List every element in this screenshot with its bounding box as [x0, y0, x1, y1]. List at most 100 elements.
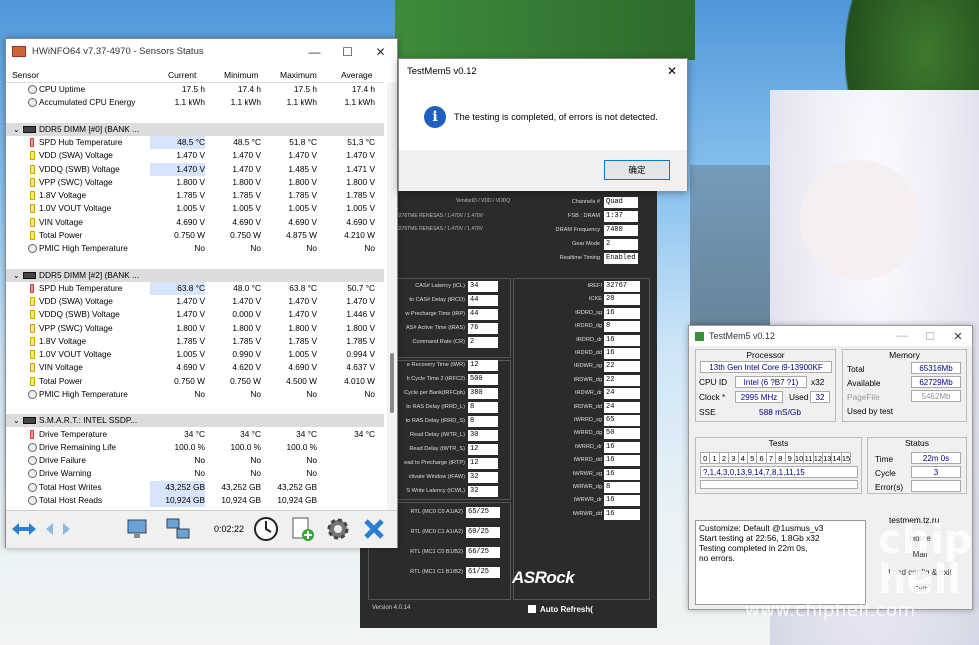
close-icon[interactable]: ✕: [364, 45, 397, 59]
sensor-row[interactable]: Total Power 0.750 W 0.750 W 4.875 W 4.210 W: [6, 229, 384, 242]
sensor-group-row[interactable]: ⌄ DDR5 DIMM [#0] (BANK ...: [6, 122, 384, 136]
timing-value[interactable]: 44: [468, 295, 498, 306]
auto-refresh-label[interactable]: Auto Refresh(: [540, 605, 593, 614]
col-sensor[interactable]: Sensor: [12, 70, 39, 80]
col-minimum[interactable]: Minimum: [224, 70, 258, 80]
gear-icon[interactable]: [324, 515, 352, 543]
sensor-row[interactable]: VIN Voltage 4.690 V 4.690 V 4.690 V 4.690 V: [6, 216, 384, 229]
sensor-row[interactable]: VDDQ (SWB) Voltage 1.470 V 0.000 V 1.470 V 1…: [6, 308, 384, 321]
monitor-network-icon[interactable]: [124, 515, 152, 543]
timing-value[interactable]: 76: [468, 323, 498, 334]
sensor-row[interactable]: VDD (SWA) Voltage 1.470 V 1.470 V 1.470 V 1.…: [6, 295, 384, 308]
timing-value[interactable]: 24: [604, 401, 640, 413]
timing-value[interactable]: 65/25: [466, 507, 500, 518]
sensor-row[interactable]: 1.0V VOUT Voltage 1.005 V 0.990 V 1.005 V 0.…: [6, 348, 384, 361]
timing-value[interactable]: 12: [468, 444, 498, 455]
sensor-row[interactable]: CPU Uptime 17.5 h 17.4 h 17.5 h 17.4 h: [6, 83, 384, 96]
sensor-row[interactable]: Total Host Writes 43,252 GB 43,252 GB 43,25…: [6, 480, 384, 494]
sensor-row[interactable]: PMIC High Temperature No No No No: [6, 242, 384, 255]
timing-value[interactable]: 60/25: [466, 527, 500, 538]
add-report-icon[interactable]: [288, 515, 316, 543]
timing-value[interactable]: 500: [468, 374, 498, 385]
timing-value[interactable]: Enabled: [604, 253, 638, 264]
sensor-row[interactable]: Drive Temperature 34 °C 34 °C 34 °C 34 °C: [6, 428, 384, 441]
sensor-row[interactable]: VPP (SWC) Voltage 1.800 V 1.800 V 1.800 V 1.…: [6, 322, 384, 335]
sensor-row[interactable]: SPD Hub Temperature 48.5 °C 48.5 °C 51.8 °C…: [6, 136, 384, 149]
sensor-group-row[interactable]: ⌄ DDR5 DIMM [#2] (BANK ...: [6, 268, 384, 282]
auto-refresh-checkbox[interactable]: [528, 605, 536, 613]
clock-icon[interactable]: [252, 515, 280, 543]
timing-value[interactable]: 16: [604, 468, 640, 480]
timing-value[interactable]: 16: [604, 455, 640, 467]
maximize-icon[interactable]: ☐: [331, 45, 364, 59]
timing-value[interactable]: 32767: [604, 281, 640, 292]
timing-value[interactable]: 22: [604, 361, 640, 373]
network-computers-icon[interactable]: [164, 515, 192, 543]
timing-value[interactable]: 61/25: [466, 567, 500, 578]
timing-value[interactable]: 50: [604, 428, 640, 440]
timing-value[interactable]: 28: [604, 294, 640, 306]
dialog-titlebar[interactable]: TestMem5 v0.12 ✕: [399, 59, 687, 83]
timing-value[interactable]: 8: [604, 482, 640, 493]
timing-value[interactable]: 16: [604, 508, 640, 520]
col-current[interactable]: Current: [168, 70, 196, 80]
timing-value[interactable]: 12: [468, 458, 498, 469]
sensor-row[interactable]: Accumulated CPU Energy 1.1 kWh 1.1 kWh 1.1 …: [6, 96, 384, 109]
sensor-group-row[interactable]: ⌄ S.M.A.R.T.: INTEL SSDP...: [6, 414, 384, 428]
hwinfo-scrollbar[interactable]: [387, 83, 397, 510]
close-x-icon[interactable]: [360, 515, 388, 543]
timing-value[interactable]: 2: [468, 337, 498, 348]
timing-value[interactable]: 1:37: [604, 211, 638, 222]
timing-value[interactable]: 380: [468, 388, 498, 399]
testmem-minimize-icon[interactable]: —: [888, 330, 916, 342]
sensor-row[interactable]: VIN Voltage 4.690 V 4.620 V 4.690 V 4.637 V: [6, 361, 384, 374]
timing-value[interactable]: 34: [468, 281, 498, 292]
sensor-row[interactable]: Drive Warning No No No: [6, 467, 384, 480]
minimize-icon[interactable]: —: [298, 45, 331, 59]
timing-value[interactable]: 66/25: [466, 547, 500, 558]
dialog-close-icon[interactable]: ✕: [657, 64, 687, 78]
timing-value[interactable]: 12: [468, 360, 498, 371]
expand-chevron-icon[interactable]: ⌄: [13, 123, 20, 136]
sensor-row[interactable]: 1.8V Voltage 1.785 V 1.785 V 1.785 V 1.785 V: [6, 335, 384, 348]
testmem-titlebar[interactable]: TestMem5 v0.12 — ☐ ✕: [689, 326, 972, 346]
timing-value[interactable]: 16: [604, 348, 640, 359]
timing-value[interactable]: 16: [604, 495, 640, 507]
sensor-row[interactable]: VDD (SWA) Voltage 1.470 V 1.470 V 1.470 V 1.…: [6, 149, 384, 162]
timing-value[interactable]: 16: [604, 441, 640, 453]
expand-chevron-icon[interactable]: ⌄: [13, 414, 20, 427]
sensor-row[interactable]: Total Host Reads 10,924 GB 10,924 GB 10,924…: [6, 493, 384, 507]
timing-value[interactable]: 7400: [604, 225, 638, 236]
sensor-row[interactable]: Total Power 0.750 W 0.750 W 4.500 W 4.010 W: [6, 375, 384, 388]
ok-button[interactable]: 确定: [604, 160, 670, 180]
col-average[interactable]: Average: [341, 70, 373, 80]
sensor-row[interactable]: PMIC High Temperature No No No No: [6, 388, 384, 401]
sensor-row[interactable]: Drive Remaining Life 100.0 % 100.0 % 100.0 …: [6, 441, 384, 454]
timing-value[interactable]: 24: [604, 388, 640, 400]
col-maximum[interactable]: Maximum: [280, 70, 317, 80]
timing-value[interactable]: 30: [468, 430, 498, 441]
arrows-collapse-icon[interactable]: [44, 515, 72, 543]
timing-value[interactable]: 2: [604, 239, 638, 250]
timing-value[interactable]: 8: [468, 402, 498, 413]
sensor-row[interactable]: VPP (SWC) Voltage 1.800 V 1.800 V 1.800 V 1.…: [6, 176, 384, 189]
timing-value[interactable]: 32: [468, 472, 498, 483]
timing-value[interactable]: 44: [468, 309, 498, 320]
testmem-log[interactable]: Customize: Default @1usmus_v3 Start testi…: [695, 520, 866, 605]
timing-value[interactable]: 8: [604, 321, 640, 333]
timing-value[interactable]: 32: [468, 486, 498, 497]
sensor-row[interactable]: 1.8V Voltage 1.785 V 1.785 V 1.785 V 1.785 V: [6, 189, 384, 202]
hwinfo-titlebar[interactable]: HWiNFO64 v7.37-4970 - Sensors Status — ☐…: [6, 39, 397, 64]
expand-chevron-icon[interactable]: ⌄: [13, 269, 20, 282]
timing-value[interactable]: 22: [604, 374, 640, 386]
hwinfo-sensor-table[interactable]: CPU Uptime 17.5 h 17.4 h 17.5 h 17.4 h Accumu…: [6, 83, 384, 510]
timing-value[interactable]: Quad: [604, 197, 638, 208]
sensor-row[interactable]: SPD Hub Temperature 63.8 °C 48.0 °C 63.8 °C…: [6, 281, 384, 295]
sensor-row[interactable]: 1.0V VOUT Voltage 1.005 V 1.005 V 1.005 V 1.…: [6, 202, 384, 215]
arrows-left-right-icon[interactable]: [10, 515, 38, 543]
timing-value[interactable]: 65: [604, 415, 640, 426]
timing-value[interactable]: 16: [604, 307, 640, 319]
testmem-close-icon[interactable]: ✕: [944, 330, 972, 343]
sensor-row[interactable]: VDDQ (SWB) Voltage 1.470 V 1.470 V 1.485 V 1…: [6, 162, 384, 176]
timing-value[interactable]: 16: [604, 334, 640, 346]
